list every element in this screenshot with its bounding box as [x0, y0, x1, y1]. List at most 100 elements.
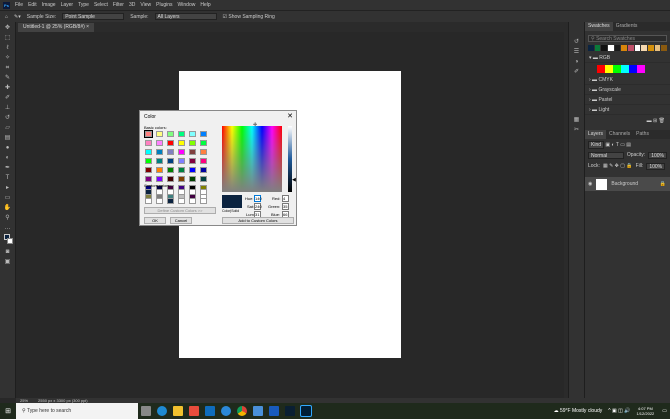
- magic-wand-tool-icon[interactable]: ✧: [3, 54, 13, 62]
- basic-color-swatch[interactable]: [156, 176, 163, 182]
- file-explorer-icon[interactable]: [173, 406, 183, 416]
- zoom-tool-icon[interactable]: ⚲: [3, 214, 13, 222]
- swatch-folder-light[interactable]: › ▬ Light: [585, 105, 670, 115]
- menu-file[interactable]: File: [15, 2, 23, 8]
- properties-icon[interactable]: ☰: [572, 48, 582, 56]
- swatch[interactable]: [608, 45, 614, 51]
- swatch[interactable]: [661, 45, 668, 51]
- fill-input[interactable]: 100%: [646, 163, 666, 170]
- move-tool-icon[interactable]: ✥: [3, 24, 13, 32]
- custom-color-swatch[interactable]: [145, 198, 152, 204]
- basic-color-swatch[interactable]: [156, 158, 163, 164]
- task-view-icon[interactable]: [141, 406, 151, 416]
- swatch-folder-pastel[interactable]: › ▬ Pastel: [585, 95, 670, 105]
- lasso-tool-icon[interactable]: ℓ: [3, 44, 13, 52]
- edge-icon[interactable]: [157, 406, 167, 416]
- swatch[interactable]: [629, 65, 637, 73]
- basic-color-swatch[interactable]: [178, 158, 185, 164]
- tray-icons[interactable]: ^ ▣ ◫ 🔊: [608, 408, 630, 414]
- basic-color-swatch[interactable]: [145, 149, 152, 155]
- basic-color-swatch[interactable]: [156, 131, 163, 137]
- word-icon[interactable]: [269, 406, 279, 416]
- screen-mode-icon[interactable]: ▣: [3, 258, 13, 266]
- libraries-icon[interactable]: ▦: [572, 116, 582, 124]
- opacity-input[interactable]: 100%: [648, 152, 667, 159]
- menu-layer[interactable]: Layer: [61, 2, 74, 8]
- basic-color-swatch[interactable]: [189, 158, 196, 164]
- history-brush-icon[interactable]: ↺: [3, 114, 13, 122]
- tab-swatches[interactable]: Swatches: [585, 22, 613, 31]
- swatch-folder-cmyk[interactable]: › ▬ CMYK: [585, 75, 670, 85]
- luminance-arrow-icon[interactable]: ◀: [292, 177, 296, 183]
- swatch[interactable]: [628, 45, 634, 51]
- taskbar-search-box[interactable]: ⚲ Type here to search: [16, 403, 138, 419]
- swatch[interactable]: [621, 45, 628, 51]
- clock[interactable]: 4:07 PM 1/12/2022: [636, 406, 654, 416]
- foreground-background-colors[interactable]: [3, 234, 13, 246]
- add-to-custom-colors-button[interactable]: Add to Custom Colors: [222, 217, 294, 224]
- basic-color-swatch[interactable]: [156, 140, 163, 146]
- basic-color-swatch[interactable]: [145, 176, 152, 182]
- basic-color-swatch[interactable]: [145, 140, 152, 146]
- crop-tool-icon[interactable]: ⌗: [3, 64, 13, 72]
- basic-color-swatch[interactable]: [200, 149, 207, 155]
- marquee-tool-icon[interactable]: ⬚: [3, 34, 13, 42]
- visibility-eye-icon[interactable]: ◉: [588, 181, 592, 187]
- mail-icon[interactable]: [205, 406, 215, 416]
- gradient-tool-icon[interactable]: ▤: [3, 134, 13, 142]
- swatch[interactable]: [597, 65, 605, 73]
- basic-color-swatch[interactable]: [167, 149, 174, 155]
- basic-color-swatch[interactable]: [178, 140, 185, 146]
- basic-color-swatch[interactable]: [178, 176, 185, 182]
- menu-image[interactable]: Image: [42, 2, 56, 8]
- shape-tool-icon[interactable]: ▭: [3, 194, 13, 202]
- basic-color-swatch[interactable]: [189, 167, 196, 173]
- document-tab[interactable]: Untitled-1 @ 25% (RGB/8#) ×: [18, 23, 95, 32]
- show-ring-checkbox[interactable]: ☑ Show Sampling Ring: [223, 14, 275, 20]
- weather-widget[interactable]: ☁ 59°F Mostly cloudy: [554, 408, 603, 414]
- more-tools-icon[interactable]: …: [3, 224, 13, 232]
- basic-color-swatch[interactable]: [178, 131, 185, 137]
- basic-color-swatch[interactable]: [167, 158, 174, 164]
- swatch-actions[interactable]: ▬ ⊞ 🗑: [585, 115, 670, 127]
- swatch[interactable]: [613, 65, 621, 73]
- basic-color-swatch[interactable]: [167, 176, 174, 182]
- brush-tool-icon[interactable]: ✐: [3, 94, 13, 102]
- tab-gradients[interactable]: Gradients: [613, 22, 641, 31]
- pen-tool-icon[interactable]: ✒: [3, 164, 13, 172]
- basic-color-swatch[interactable]: [200, 131, 207, 137]
- menu-filter[interactable]: Filter: [113, 2, 124, 8]
- menu-select[interactable]: Select: [94, 2, 108, 8]
- tab-layers[interactable]: Layers: [585, 130, 607, 139]
- custom-color-swatch[interactable]: [189, 189, 196, 195]
- red-input[interactable]: 4: [282, 195, 289, 202]
- basic-color-swatch[interactable]: [167, 167, 174, 173]
- hand-tool-icon[interactable]: ✋: [3, 204, 13, 212]
- custom-color-swatch[interactable]: [178, 198, 185, 204]
- app-icon[interactable]: [253, 406, 263, 416]
- eyedropper-icon[interactable]: ✎▾: [14, 14, 21, 20]
- menu-3d[interactable]: 3D: [129, 2, 135, 8]
- home-icon[interactable]: ⌂: [5, 14, 8, 20]
- menu-view[interactable]: View: [140, 2, 151, 8]
- menu-edit[interactable]: Edit: [28, 2, 37, 8]
- hue-input[interactable]: 140: [254, 195, 262, 202]
- chrome-icon[interactable]: [237, 406, 247, 416]
- brush-settings-icon[interactable]: ✐: [572, 68, 582, 76]
- custom-color-swatch[interactable]: [200, 198, 207, 204]
- swatch[interactable]: [588, 45, 594, 51]
- stamp-tool-icon[interactable]: ⊥: [3, 104, 13, 112]
- lightroom-icon[interactable]: [285, 406, 295, 416]
- custom-color-swatch[interactable]: [156, 189, 163, 195]
- basic-color-swatch[interactable]: [200, 158, 207, 164]
- hue-saturation-spectrum[interactable]: [222, 126, 282, 192]
- tab-paths[interactable]: Paths: [633, 130, 652, 139]
- dodge-tool-icon[interactable]: ◐: [3, 154, 13, 162]
- menu-window[interactable]: Window: [178, 2, 196, 8]
- basic-color-swatch[interactable]: [178, 167, 185, 173]
- adjustments-icon[interactable]: ◑: [572, 58, 582, 66]
- ie-icon[interactable]: [221, 406, 231, 416]
- path-select-icon[interactable]: ▸: [3, 184, 13, 192]
- sample-select[interactable]: All Layers: [154, 13, 217, 20]
- blend-mode-select[interactable]: Normal: [588, 152, 624, 159]
